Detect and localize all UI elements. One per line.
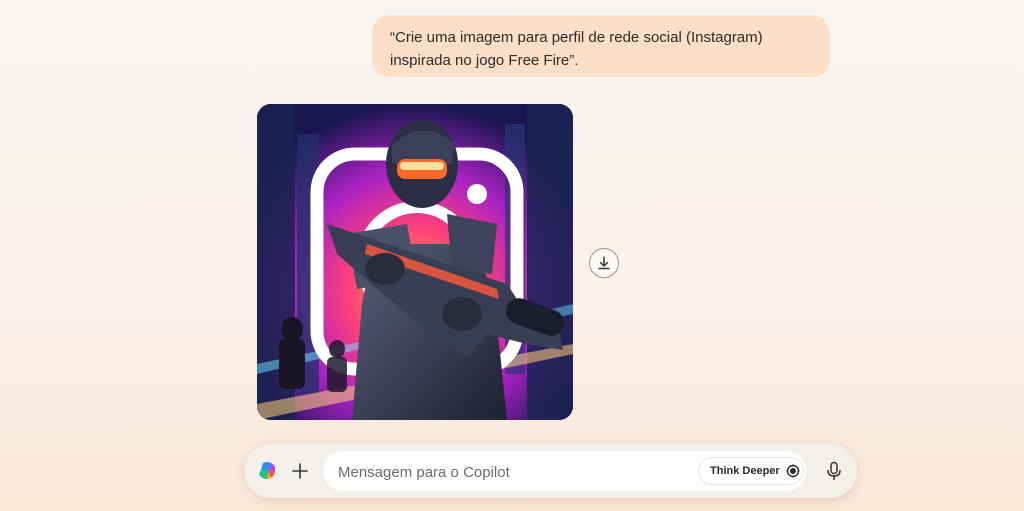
message-input-container: Think Deeper — [323, 451, 806, 493]
generated-image[interactable] — [257, 104, 573, 420]
add-attachment-button[interactable] — [288, 459, 312, 483]
download-icon — [598, 256, 610, 270]
download-button[interactable] — [589, 248, 619, 278]
think-deeper-icon — [786, 464, 800, 478]
microphone-icon — [827, 461, 841, 481]
user-message-text: “Crie uma imagem para perfil de rede soc… — [390, 29, 763, 69]
microphone-button[interactable] — [822, 459, 846, 483]
message-input[interactable] — [336, 451, 695, 493]
copilot-logo-icon[interactable] — [256, 460, 278, 482]
message-composer: Think Deeper — [244, 444, 857, 498]
think-deeper-label: Think Deeper — [710, 465, 780, 477]
plus-icon — [292, 463, 308, 479]
user-message-bubble: “Crie uma imagem para perfil de rede soc… — [372, 15, 830, 77]
generated-image-artwork — [257, 104, 573, 420]
think-deeper-button[interactable]: Think Deeper — [699, 458, 803, 484]
